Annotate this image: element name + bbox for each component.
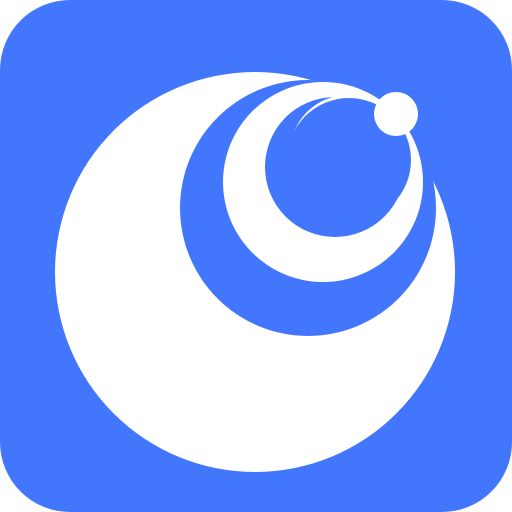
icon-canvas xyxy=(0,0,512,512)
orbit-dot-icon xyxy=(374,92,418,136)
icon-artwork xyxy=(0,0,512,512)
app-icon[interactable] xyxy=(0,0,512,512)
